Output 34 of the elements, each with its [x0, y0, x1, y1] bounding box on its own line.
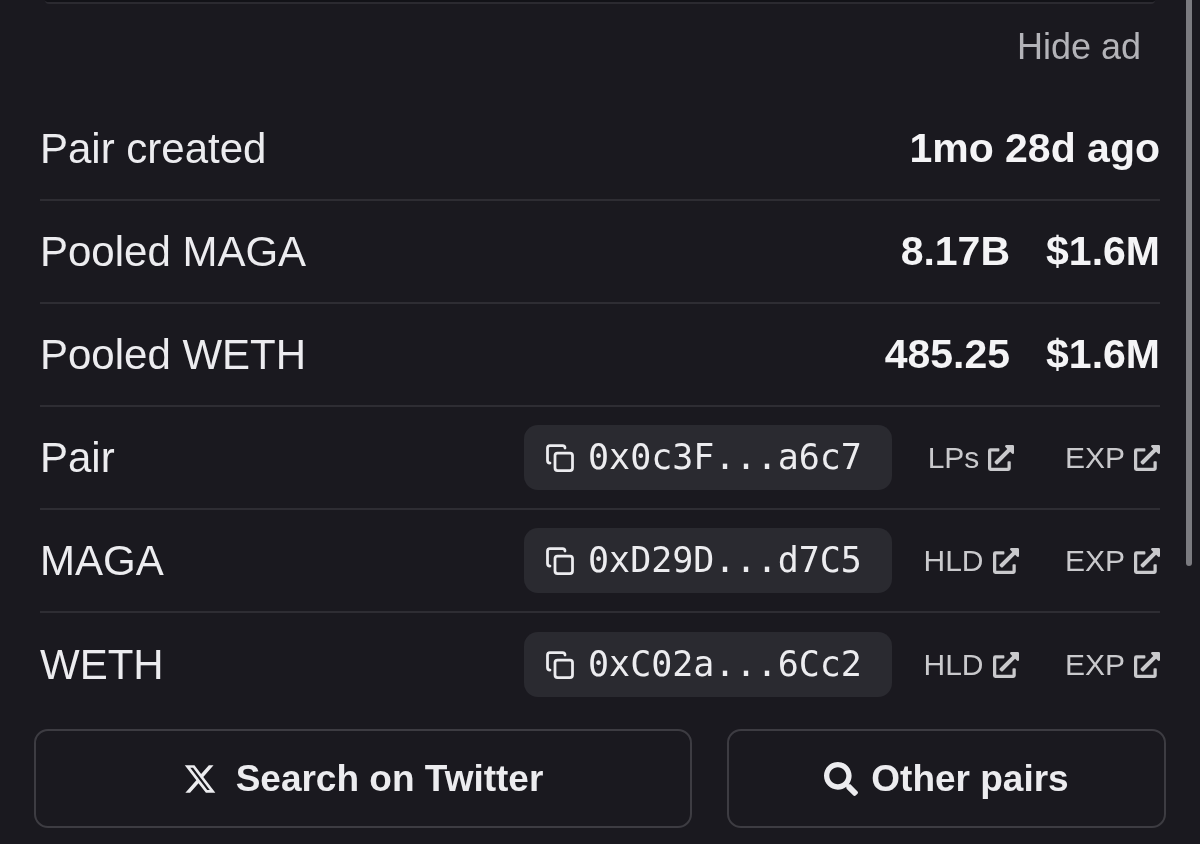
external-link-icon — [1134, 547, 1160, 574]
hide-ad-button[interactable]: Hide ad — [1016, 20, 1141, 74]
copy-icon — [545, 544, 575, 577]
row-label: Pooled MAGA — [40, 227, 307, 277]
external-link[interactable]: LPs — [927, 435, 1015, 480]
copy-address-button[interactable]: 0xC02a...6Cc2 — [524, 632, 892, 697]
row-value: 8.17B — [900, 226, 1011, 276]
row-value: $1.6M — [1046, 226, 1160, 276]
row-label: MAGA — [40, 536, 164, 586]
search-icon — [824, 761, 859, 796]
copy-address-button[interactable]: 0x0c3F...a6c7 — [524, 425, 892, 490]
twitter-search-button[interactable]: Search on Twitter — [34, 729, 692, 828]
other-pairs-button[interactable]: Other pairs — [727, 729, 1166, 828]
external-link[interactable]: HLD — [923, 642, 1019, 687]
external-link[interactable]: HLD — [923, 538, 1019, 583]
external-link-icon — [1134, 444, 1160, 471]
external-link-icon — [992, 547, 1019, 574]
external-link-icon — [992, 651, 1019, 678]
row-label: Pair — [40, 433, 115, 483]
external-link[interactable]: EXP — [1064, 642, 1160, 687]
row-value: 485.25 — [884, 329, 1011, 379]
scrollbar[interactable] — [1186, 0, 1192, 566]
copy-address-button[interactable]: 0xD29D...d7C5 — [524, 528, 892, 593]
row-label: Pair created — [40, 124, 267, 174]
row-label: WETH — [40, 640, 164, 690]
external-link-icon — [988, 444, 1015, 471]
external-link[interactable]: EXP — [1064, 538, 1160, 583]
copy-icon — [545, 648, 575, 681]
row-value: $1.6M — [1046, 329, 1160, 379]
row-label: Pooled WETH — [40, 330, 307, 380]
external-link[interactable]: EXP — [1064, 435, 1160, 480]
row-value: 1mo 28d ago — [909, 123, 1160, 173]
external-link-icon — [1134, 651, 1160, 678]
copy-icon — [545, 441, 575, 474]
